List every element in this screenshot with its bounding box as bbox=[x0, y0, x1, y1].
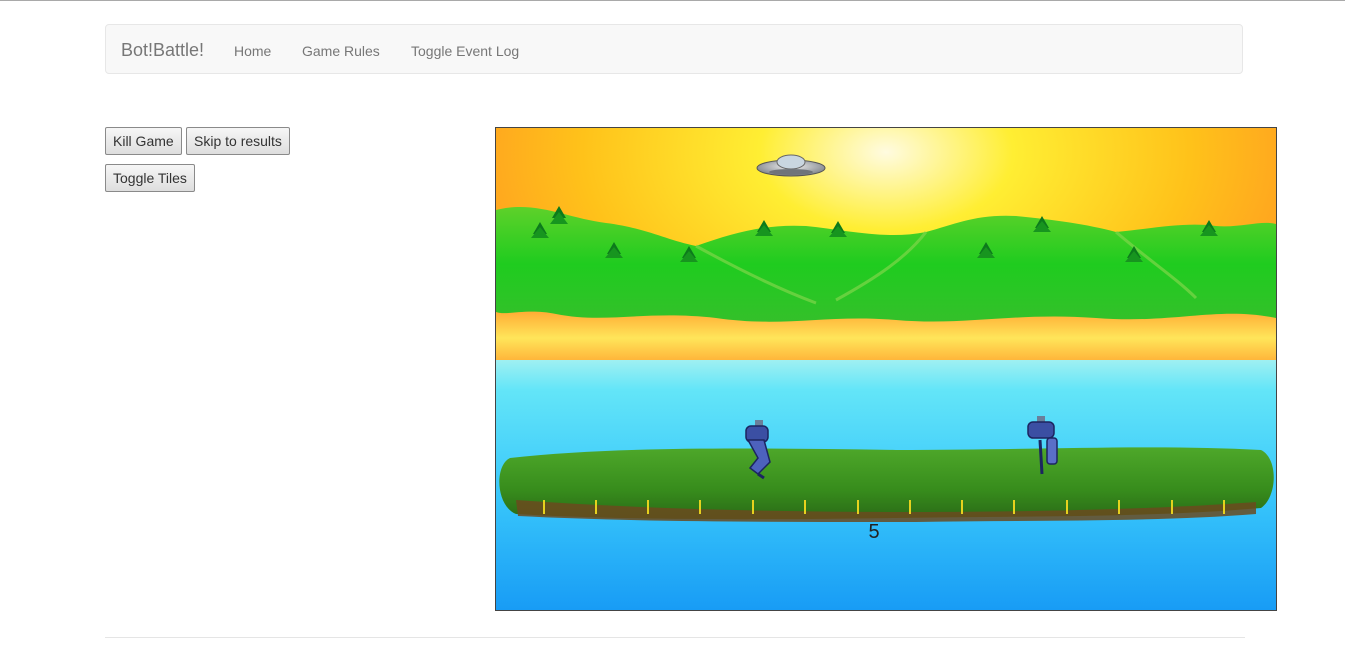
tile-number-label: 5 bbox=[868, 521, 879, 543]
top-border bbox=[0, 0, 1345, 1]
kill-game-button[interactable]: Kill Game bbox=[105, 127, 182, 155]
nav-home[interactable]: Home bbox=[234, 42, 271, 60]
brand-link[interactable]: Bot!Battle! bbox=[121, 40, 204, 60]
nav-toggle-event-log[interactable]: Toggle Event Log bbox=[411, 42, 519, 60]
toggle-tiles-button[interactable]: Toggle Tiles bbox=[105, 164, 195, 192]
game-canvas[interactable]: 5 bbox=[495, 127, 1277, 611]
nav-game-rules[interactable]: Game Rules bbox=[302, 42, 380, 60]
skip-to-results-button[interactable]: Skip to results bbox=[186, 127, 290, 155]
footer-divider bbox=[105, 637, 1245, 638]
navbar: Bot!Battle! Home Game Rules Toggle Event… bbox=[105, 24, 1243, 74]
